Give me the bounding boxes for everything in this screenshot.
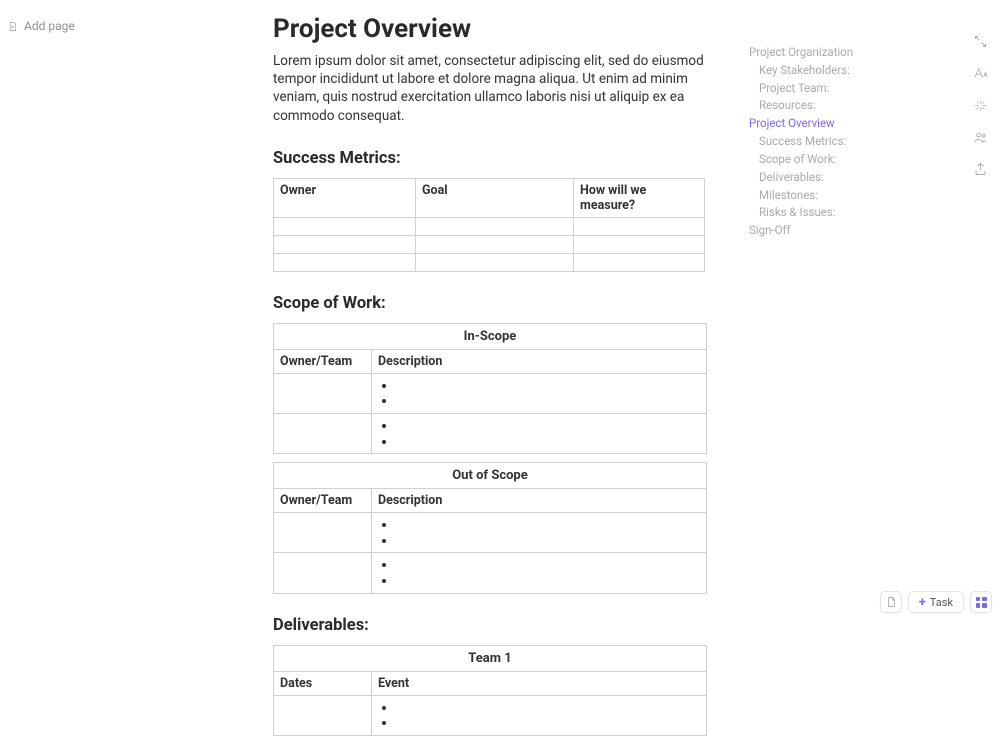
in-scope-title[interactable]: In-Scope xyxy=(274,323,707,349)
table-header-row: Dates Event xyxy=(274,671,707,695)
outline-item[interactable]: Milestones: xyxy=(747,187,867,205)
table-header-row: Owner Goal How will we measure? xyxy=(274,178,705,217)
table-row[interactable] xyxy=(274,513,707,553)
people-icon[interactable] xyxy=(973,130,988,145)
outline-item[interactable]: Scope of Work: xyxy=(747,151,867,169)
page-plus-icon xyxy=(7,21,18,32)
sparkle-icon[interactable] xyxy=(973,98,988,113)
outline-item[interactable]: Risks & Issues: xyxy=(747,204,867,222)
task-button[interactable]: + Task xyxy=(908,591,964,613)
outline-item-active[interactable]: Project Overview xyxy=(747,115,867,133)
document-main: Project Overview Lorem ipsum dolor sit a… xyxy=(273,14,707,736)
table-row[interactable] xyxy=(274,253,705,271)
out-scope-title[interactable]: Out of Scope xyxy=(274,463,707,489)
doc-button[interactable] xyxy=(880,591,902,613)
col-description[interactable]: Description xyxy=(372,489,707,513)
col-owner-team[interactable]: Owner/Team xyxy=(274,489,372,513)
outline-item[interactable]: Deliverables: xyxy=(747,169,867,187)
outline-item[interactable]: Project Team: xyxy=(747,80,867,98)
outline-item[interactable]: Project Organization xyxy=(747,44,867,62)
heading-success-metrics[interactable]: Success Metrics: xyxy=(273,149,707,168)
plus-icon: + xyxy=(919,596,926,609)
col-owner[interactable]: Owner xyxy=(274,178,416,217)
deliverables-team-table[interactable]: Team 1 Dates Event xyxy=(273,645,707,736)
outline-item[interactable]: Sign-Off xyxy=(747,222,867,240)
document-outline: Project Organization Key Stakeholders: P… xyxy=(747,44,867,240)
out-scope-table[interactable]: Out of Scope Owner/Team Description xyxy=(273,462,707,593)
col-description[interactable]: Description xyxy=(372,349,707,373)
col-measure[interactable]: How will we measure? xyxy=(574,178,705,217)
task-label: Task xyxy=(930,596,953,609)
outline-item[interactable]: Success Metrics: xyxy=(747,133,867,151)
table-row[interactable] xyxy=(274,373,707,413)
outline-item[interactable]: Resources: xyxy=(747,97,867,115)
expand-icon[interactable] xyxy=(973,34,988,49)
in-scope-table[interactable]: In-Scope Owner/Team Description xyxy=(273,323,707,454)
metrics-table[interactable]: Owner Goal How will we measure? xyxy=(273,178,705,272)
apps-button[interactable] xyxy=(970,591,992,613)
share-icon[interactable] xyxy=(973,162,988,177)
table-header-row: Owner/Team Description xyxy=(274,489,707,513)
team-title[interactable]: Team 1 xyxy=(274,645,707,671)
intro-paragraph[interactable]: Lorem ipsum dolor sit amet, consectetur … xyxy=(273,52,707,125)
table-row[interactable] xyxy=(274,695,707,735)
col-goal[interactable]: Goal xyxy=(416,178,574,217)
col-dates[interactable]: Dates xyxy=(274,671,372,695)
outline-item[interactable]: Key Stakeholders: xyxy=(747,62,867,80)
grid-icon xyxy=(976,597,987,608)
table-row[interactable] xyxy=(274,414,707,454)
table-row[interactable] xyxy=(274,553,707,593)
bottom-controls: + Task xyxy=(880,591,992,613)
document-icon xyxy=(885,596,897,608)
col-owner-team[interactable]: Owner/Team xyxy=(274,349,372,373)
heading-deliverables[interactable]: Deliverables: xyxy=(273,616,707,635)
right-toolbar xyxy=(973,34,988,177)
heading-scope[interactable]: Scope of Work: xyxy=(273,294,707,313)
add-page-label: Add page xyxy=(24,19,75,33)
add-page-button[interactable]: Add page xyxy=(7,19,75,33)
col-event[interactable]: Event xyxy=(372,671,707,695)
typography-icon[interactable] xyxy=(973,66,988,81)
table-row[interactable] xyxy=(274,217,705,235)
table-row[interactable] xyxy=(274,235,705,253)
page-title: Project Overview xyxy=(273,14,707,44)
table-header-row: Owner/Team Description xyxy=(274,349,707,373)
